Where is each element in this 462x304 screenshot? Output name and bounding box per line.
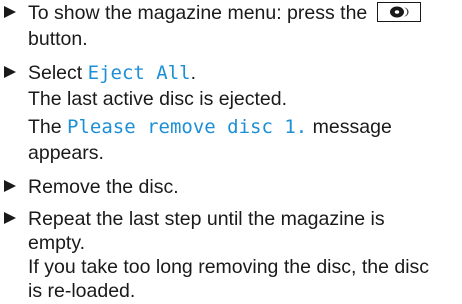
eject-result-text: The last active disc is ejected. — [28, 88, 288, 110]
bullet-triangle-icon — [4, 212, 16, 224]
select-suffix: . — [190, 62, 196, 84]
message-suffix: message — [307, 116, 392, 138]
remove-disc-text: Remove the disc. — [28, 176, 179, 198]
select-prefix: Select — [28, 62, 88, 84]
message-appears-text: appears. — [28, 142, 104, 164]
repeat-text-line2: empty. — [28, 232, 86, 254]
reload-note-line2: is re-loaded. — [28, 280, 136, 302]
disc-button-icon — [376, 2, 421, 22]
bullet-triangle-icon — [4, 180, 16, 192]
message-prefix: The — [28, 116, 68, 138]
repeat-text-line1: Repeat the last step until the magazine … — [28, 208, 385, 230]
instruction-page: To show the magazine menu: press the but… — [0, 0, 462, 302]
bullet-triangle-icon — [4, 66, 16, 78]
step1-text-cont: button. — [28, 28, 88, 50]
remove-disc-message: Please remove disc 1. — [67, 116, 308, 138]
reload-note-line1: If you take too long removing the disc, … — [28, 256, 430, 278]
bullet-triangle-icon — [4, 6, 16, 18]
eject-all-menu-item: Eject All — [87, 62, 191, 84]
step1-text: To show the magazine menu: press the — [28, 2, 368, 24]
